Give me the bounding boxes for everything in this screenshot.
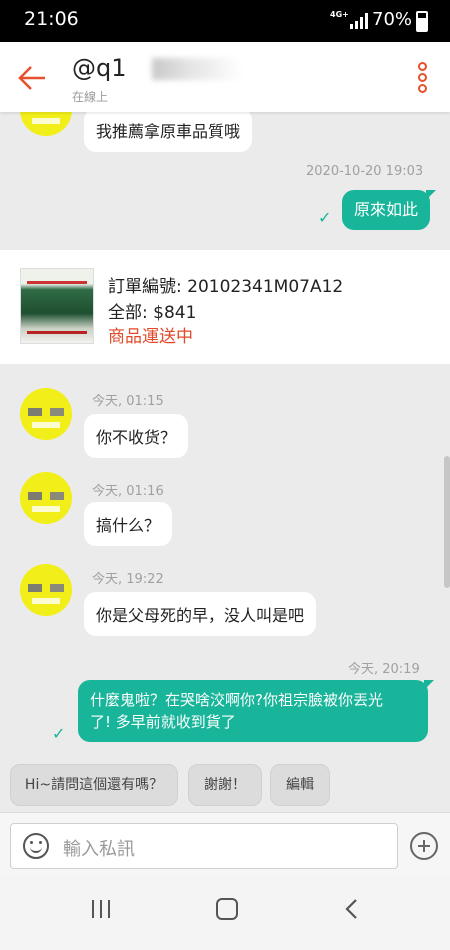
nav-back-icon[interactable] bbox=[344, 898, 360, 920]
quick-reply-button[interactable]: Hi~請問這個還有嗎？ bbox=[10, 764, 178, 806]
quick-reply-button[interactable]: 謝謝！ bbox=[188, 764, 262, 806]
message-timestamp: 今天, 01:15 bbox=[92, 394, 164, 409]
message-incoming: 搞什么？ bbox=[84, 502, 173, 546]
avatar bbox=[20, 112, 72, 136]
read-check-icon: ✓ bbox=[52, 724, 66, 743]
chat-header: @q1 在線上 bbox=[0, 42, 450, 112]
message-incoming: 我推薦拿原車品質哦 bbox=[84, 112, 253, 152]
message-incoming: 你不收货？ bbox=[84, 414, 189, 458]
more-vertical-icon[interactable] bbox=[412, 62, 432, 94]
avatar bbox=[20, 564, 72, 616]
message-timestamp: 今天, 01:16 bbox=[92, 484, 164, 499]
avatar bbox=[20, 472, 72, 524]
message-line: 什麼鬼啦？在哭啥洨啊你?你祖宗臉被你丟光 bbox=[90, 691, 383, 709]
home-icon[interactable] bbox=[216, 898, 238, 920]
status-bar: 21:06 4G+ 70% bbox=[0, 0, 450, 42]
quick-reply-button[interactable]: 編輯 bbox=[270, 764, 330, 806]
status-time: 21:06 bbox=[24, 8, 79, 30]
message-incoming: 你是父母死的早，没人叫是吧 bbox=[84, 592, 317, 636]
battery-percent: 70% bbox=[372, 9, 413, 30]
product-thumbnail bbox=[20, 268, 94, 344]
message-timestamp: 今天, 19:22 bbox=[92, 572, 164, 587]
message-outgoing: 原來如此 bbox=[342, 190, 437, 230]
message-timestamp: 2020-10-20 19:03 bbox=[306, 164, 424, 179]
chat-title: @q1 bbox=[72, 54, 127, 82]
online-status: 在線上 bbox=[72, 90, 109, 104]
scrollbar-thumb[interactable] bbox=[444, 456, 450, 588]
recent-apps-icon[interactable] bbox=[92, 900, 110, 918]
order-total: 全部: $841 bbox=[108, 303, 197, 323]
order-number: 訂單編號: 20102341M07A12 bbox=[108, 277, 344, 297]
network-indicator: 4G+ bbox=[330, 10, 349, 19]
input-placeholder: 輸入私訊 bbox=[63, 839, 135, 860]
message-outgoing: 什麼鬼啦？在哭啥洨啊你?你祖宗臉被你丟光 了! 多早前就收到貨了 bbox=[78, 680, 434, 742]
chat-messages[interactable]: 我推薦拿原車品質哦 2020-10-20 19:03 ✓ 原來如此 訂單編號: … bbox=[0, 112, 450, 756]
message-input[interactable]: 輸入私訊 bbox=[10, 823, 398, 869]
signal-icon bbox=[350, 13, 368, 29]
message-timestamp: 今天, 20:19 bbox=[348, 662, 420, 677]
avatar bbox=[20, 388, 72, 440]
message-line: 了! 多早前就收到貨了 bbox=[90, 713, 236, 731]
order-card[interactable]: 訂單編號: 20102341M07A12 全部: $841 商品運送中 bbox=[0, 250, 450, 364]
order-status: 商品運送中 bbox=[108, 327, 193, 347]
message-input-bar: 輸入私訊 bbox=[0, 812, 450, 876]
battery-icon bbox=[416, 11, 428, 32]
navigation-bar bbox=[0, 876, 450, 950]
title-redaction bbox=[152, 58, 242, 80]
back-arrow-icon[interactable] bbox=[16, 62, 48, 94]
read-check-icon: ✓ bbox=[318, 208, 332, 227]
plus-icon[interactable] bbox=[410, 832, 438, 860]
smiley-icon[interactable] bbox=[23, 833, 49, 859]
